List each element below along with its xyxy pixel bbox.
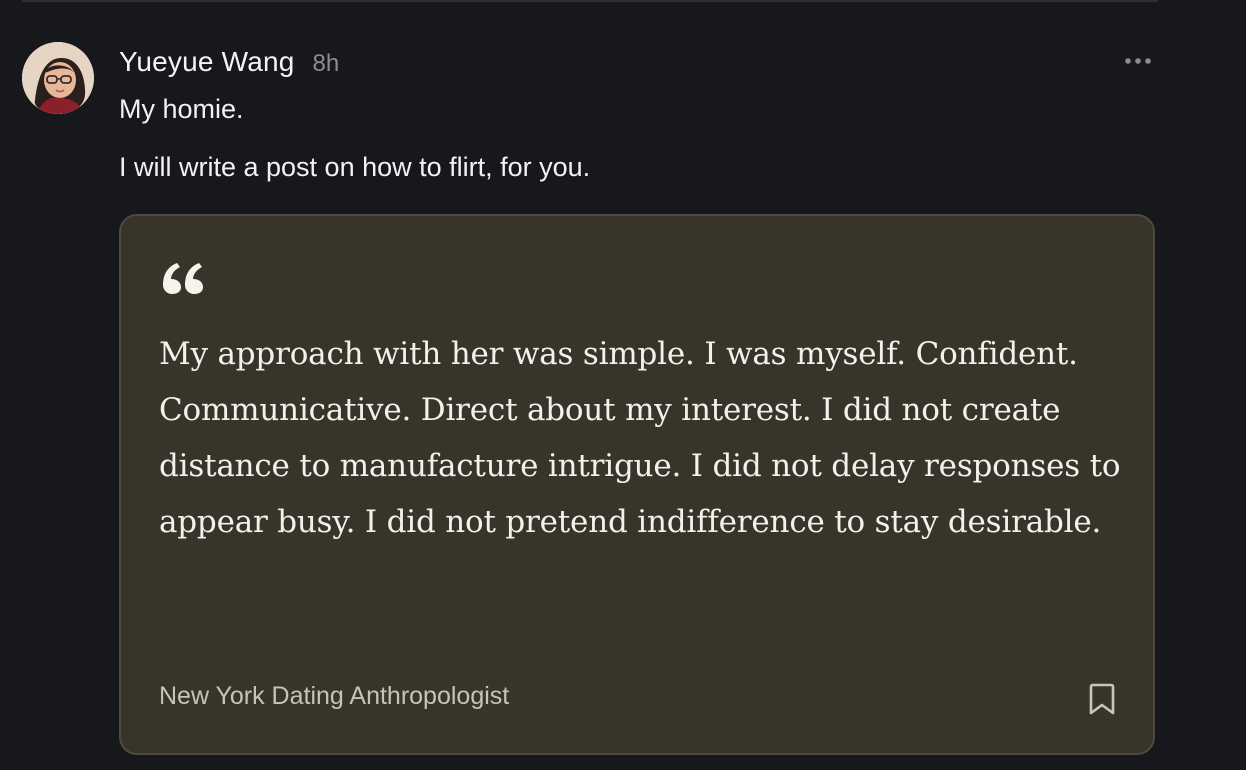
more-icon: [1125, 58, 1151, 64]
post-text-line: I will write a post on how to flirt, for…: [119, 152, 591, 182]
bookmark-icon[interactable]: [1087, 682, 1117, 716]
post-meta: Yueyue Wang 8h: [119, 46, 339, 78]
author-name[interactable]: Yueyue Wang: [119, 46, 295, 78]
quote-text: My approach with her was simple. I was m…: [159, 336, 1121, 540]
quote-source[interactable]: New York Dating Anthropologist: [159, 682, 509, 711]
post-text-line: My homie.: [119, 94, 244, 124]
more-button[interactable]: [1122, 52, 1154, 70]
post-time[interactable]: 8h: [313, 50, 340, 78]
avatar[interactable]: [22, 42, 94, 114]
divider: [22, 0, 1158, 2]
post: Yueyue Wang 8h My homie. I will write a …: [0, 0, 1246, 770]
quote-card[interactable]: My approach with her was simple. I was m…: [119, 214, 1155, 755]
quote-icon: [163, 263, 203, 294]
